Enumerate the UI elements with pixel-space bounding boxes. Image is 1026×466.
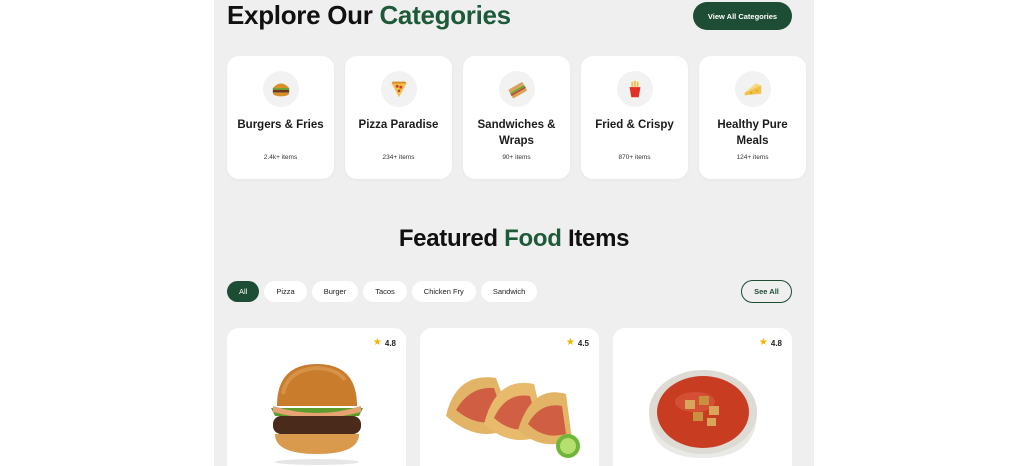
- categories-title-prefix: Explore Our: [227, 0, 373, 30]
- featured-title-prefix: Featured: [398, 225, 498, 252]
- filter-chips: All Pizza Burger Tacos Chicken Fry Sandw…: [227, 281, 538, 302]
- category-list: Burgers & Fries 2.4k+ items Pizza Paradi…: [227, 56, 806, 179]
- category-count: 870+ items: [618, 154, 651, 161]
- category-card-healthy[interactable]: Healthy Pure Meals 124+ items: [699, 56, 806, 179]
- star-icon: ★: [758, 337, 768, 348]
- rating-value: 4.8: [770, 338, 782, 348]
- category-name: Fried & Crispy: [595, 119, 674, 131]
- pizza-icon: [381, 71, 417, 107]
- food-card-burger[interactable]: ★ 4.8: [227, 328, 406, 466]
- featured-title-accent: Food: [504, 225, 562, 252]
- burger-photo: [271, 364, 363, 465]
- category-card-sandwiches[interactable]: Sandwiches & Wraps 90+ items: [463, 56, 570, 179]
- rating-value: 4.8: [384, 338, 396, 348]
- filter-chip-tacos[interactable]: Tacos: [363, 281, 407, 302]
- category-name: Healthy Pure Meals: [717, 119, 788, 147]
- category-count: 90+ items: [502, 154, 531, 161]
- fries-icon: [617, 71, 653, 107]
- food-card-soup[interactable]: ★ 4.8: [613, 328, 792, 466]
- sandwich-icon: [499, 71, 535, 107]
- cheese-icon: [735, 71, 771, 107]
- rating: ★ 4.8: [373, 338, 396, 348]
- star-icon: ★: [565, 337, 575, 348]
- categories-title: Explore Our Categories: [227, 0, 511, 31]
- category-name: Sandwiches & Wraps: [477, 119, 556, 147]
- food-card-tacos[interactable]: ★ 4.5: [420, 328, 599, 466]
- filter-chip-burger[interactable]: Burger: [311, 281, 359, 302]
- categories-title-accent: Categories: [379, 0, 511, 30]
- featured-title: Featured Food Items: [214, 225, 814, 253]
- filter-chip-sandwich[interactable]: Sandwich: [480, 281, 538, 302]
- content-panel: Explore Our Categories View All Categori…: [214, 0, 814, 466]
- page: Explore Our Categories View All Categori…: [0, 0, 1026, 466]
- category-name: Pizza Paradise: [358, 119, 439, 131]
- food-list: ★ 4.8 ★ 4.5 ★ 4.8: [227, 328, 792, 466]
- rating: ★ 4.8: [759, 338, 782, 348]
- rating: ★ 4.5: [566, 338, 589, 348]
- category-count: 124+ items: [736, 154, 769, 161]
- category-card-burgers[interactable]: Burgers & Fries 2.4k+ items: [227, 56, 334, 179]
- category-card-fried[interactable]: Fried & Crispy 870+ items: [581, 56, 688, 179]
- view-all-categories-button[interactable]: View All Categories: [693, 2, 792, 30]
- filter-chip-all[interactable]: All: [227, 281, 260, 302]
- category-count: 2.4k+ items: [263, 154, 298, 161]
- filter-chip-chicken-fry[interactable]: Chicken Fry: [411, 281, 476, 302]
- see-all-button[interactable]: See All: [741, 280, 792, 303]
- star-icon: ★: [372, 337, 382, 348]
- category-card-pizza[interactable]: Pizza Paradise 234+ items: [345, 56, 452, 179]
- tacos-photo: [446, 377, 580, 458]
- category-count: 234+ items: [382, 154, 415, 161]
- burger-icon: [263, 71, 299, 107]
- tomato-soup-photo: [649, 370, 757, 458]
- category-name: Burgers & Fries: [237, 119, 324, 131]
- filter-chip-pizza[interactable]: Pizza: [264, 281, 307, 302]
- featured-title-suffix: Items: [567, 225, 630, 252]
- rating-value: 4.5: [577, 338, 589, 348]
